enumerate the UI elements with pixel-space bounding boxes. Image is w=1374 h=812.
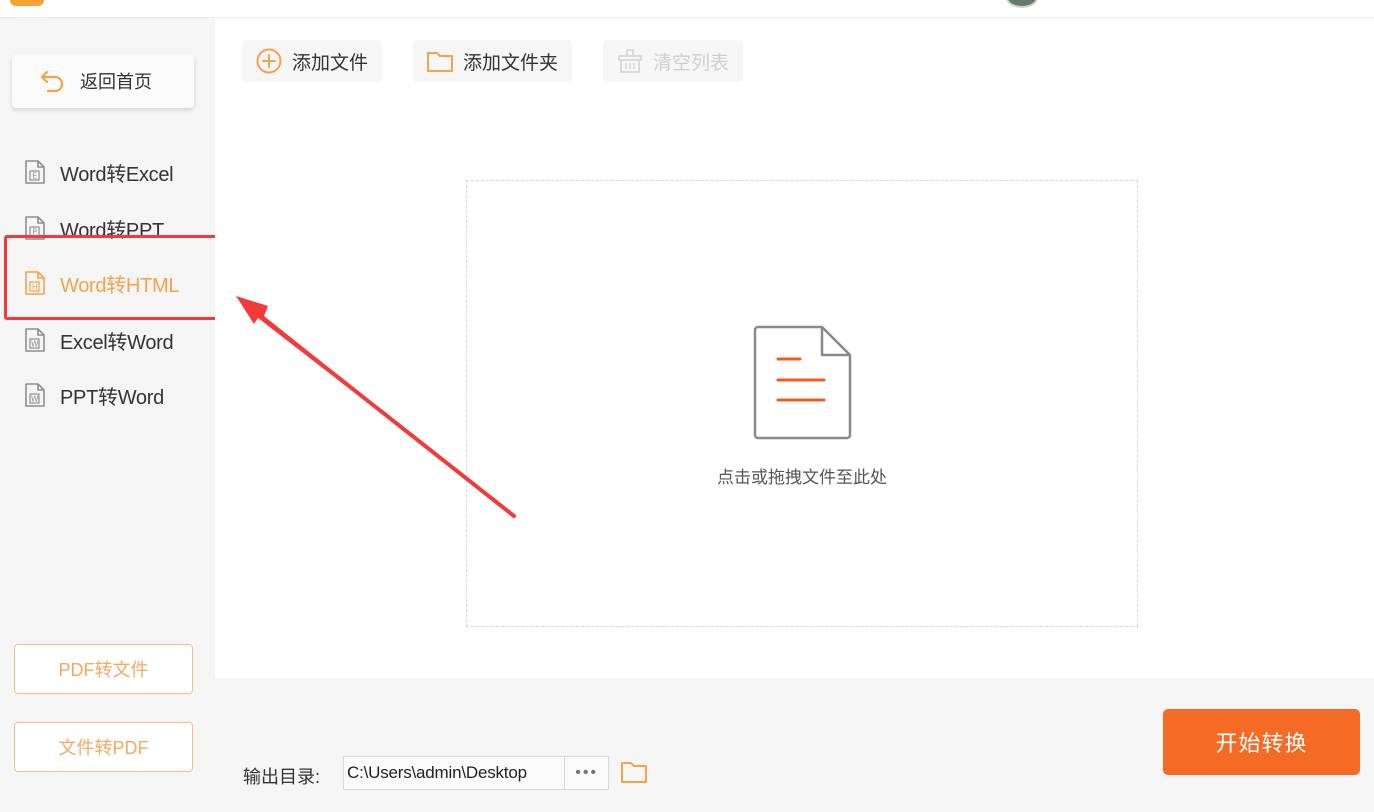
clear-list-button[interactable]: 清空列表 bbox=[603, 40, 744, 82]
add-folder-label: 添加文件夹 bbox=[463, 52, 559, 74]
avatar[interactable] bbox=[1006, 0, 1038, 8]
clear-list-label: 清空列表 bbox=[653, 52, 730, 74]
output-dir-field[interactable]: C:\Users\admin\Desktop ••• bbox=[343, 756, 609, 790]
file-to-pdf-button[interactable]: 文件转PDF bbox=[14, 722, 193, 772]
document-icon: P bbox=[24, 215, 46, 241]
document-icon: W bbox=[24, 327, 46, 353]
svg-text:H: H bbox=[32, 283, 37, 292]
sidebar-item-word-to-html[interactable]: H Word转HTML bbox=[0, 261, 215, 305]
add-folder-button[interactable]: 添加文件夹 bbox=[413, 40, 573, 82]
sidebar-item-word-to-ppt[interactable]: P Word转PPT bbox=[0, 206, 215, 250]
browse-more-button[interactable]: ••• bbox=[564, 757, 608, 789]
drop-hint: 点击或拖拽文件至此处 bbox=[717, 468, 887, 487]
svg-text:W: W bbox=[31, 395, 39, 404]
sidebar-item-label: Word转Excel bbox=[60, 163, 174, 186]
file-drop-zone[interactable]: 点击或拖拽文件至此处 bbox=[466, 180, 1138, 627]
sidebar-item-label: Word转PPT bbox=[60, 219, 164, 242]
document-icon bbox=[753, 325, 852, 440]
svg-text:P: P bbox=[32, 228, 37, 237]
svg-text:E: E bbox=[32, 172, 37, 181]
trash-basket-icon bbox=[615, 46, 645, 76]
document-icon: W bbox=[24, 382, 46, 408]
sidebar-item-label: PPT转Word bbox=[60, 386, 164, 409]
start-convert-button[interactable]: 开始转换 bbox=[1163, 709, 1360, 775]
plus-circle-icon bbox=[254, 46, 284, 76]
back-arrow-icon bbox=[38, 66, 68, 96]
sidebar-item-ppt-to-word[interactable]: W PPT转Word bbox=[0, 373, 215, 417]
sidebar-item-label: Excel转Word bbox=[60, 331, 174, 354]
sidebar-item-label: Word转HTML bbox=[60, 274, 180, 297]
pdf-to-file-button[interactable]: PDF转文件 bbox=[14, 644, 193, 694]
sidebar: 返回首页 E Word转Excel P Word转PPT H Word转HTML W Exce… bbox=[0, 18, 215, 812]
sidebar-item-excel-to-word[interactable]: W Excel转Word bbox=[0, 318, 215, 362]
folder-icon bbox=[425, 46, 455, 76]
bottom-bar: 输出目录: C:\Users\admin\Desktop ••• 开始转换 bbox=[215, 678, 1374, 812]
document-icon: E bbox=[24, 159, 46, 185]
output-dir-label: 输出目录: bbox=[243, 767, 321, 787]
title-bar bbox=[0, 0, 1374, 18]
add-file-label: 添加文件 bbox=[292, 52, 369, 74]
add-file-button[interactable]: 添加文件 bbox=[242, 40, 383, 82]
open-folder-icon[interactable] bbox=[620, 758, 648, 786]
sidebar-item-word-to-excel[interactable]: E Word转Excel bbox=[0, 150, 215, 194]
back-home-button[interactable]: 返回首页 bbox=[12, 54, 194, 108]
back-home-label: 返回首页 bbox=[80, 72, 152, 92]
svg-text:W: W bbox=[31, 340, 39, 349]
app-logo bbox=[10, 0, 44, 6]
document-icon: H bbox=[24, 270, 46, 296]
output-dir-path: C:\Users\admin\Desktop bbox=[347, 763, 527, 782]
